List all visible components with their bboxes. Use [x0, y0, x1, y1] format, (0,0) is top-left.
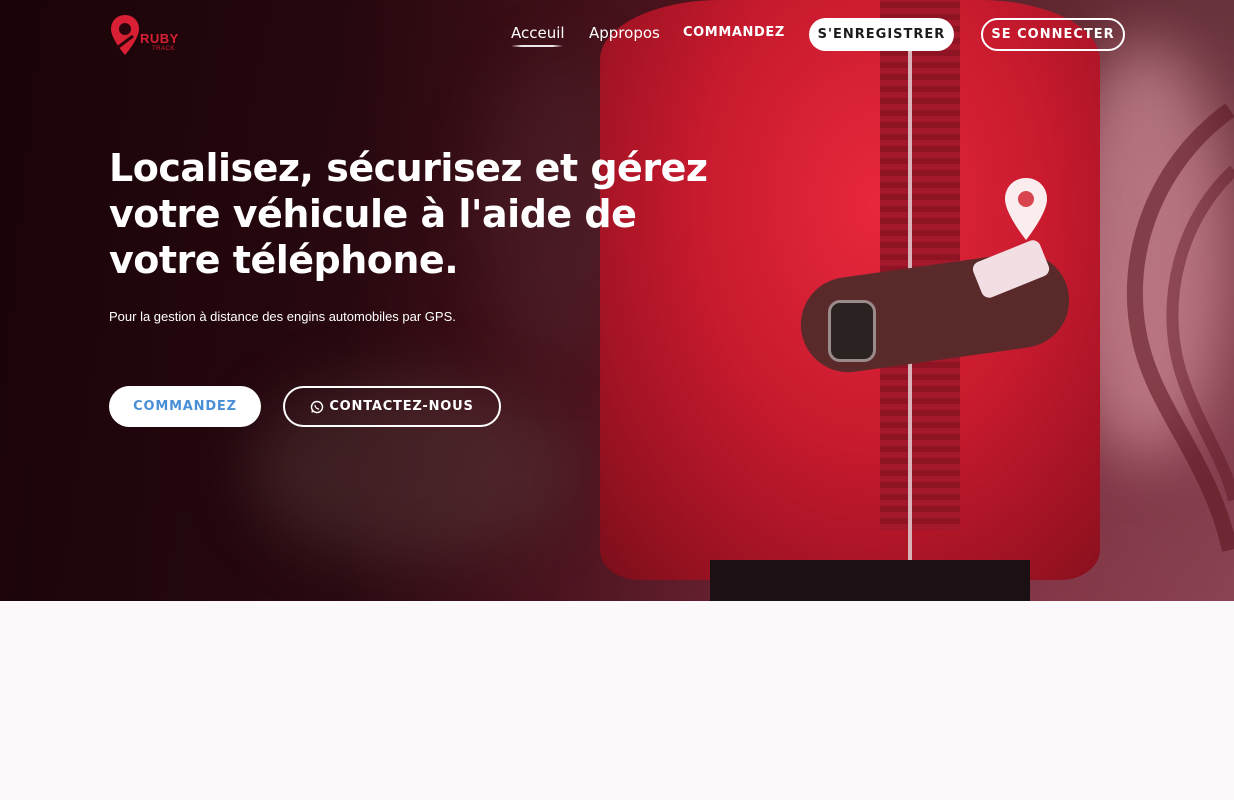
hero-section: RUBY TRACK Acceuil Appropos COMMANDEZ S'… [0, 0, 1234, 601]
hero-person-image [590, 0, 1110, 601]
pants [710, 560, 1030, 601]
contact-button-label: CONTACTEZ-NOUS [329, 399, 474, 414]
logo-text: RUBY [140, 31, 179, 46]
nav-link-commandez[interactable]: COMMANDEZ [683, 25, 785, 40]
nav-link-appropos[interactable]: Appropos [589, 24, 660, 42]
register-button[interactable]: S'ENREGISTRER [809, 18, 954, 51]
nav-link-acceuil[interactable]: Acceuil [511, 24, 565, 42]
logo-pin-icon [111, 15, 139, 55]
hero-subline: Pour la gestion à distance des engins au… [109, 309, 456, 324]
page-content-area [0, 601, 1234, 800]
order-button[interactable]: COMMANDEZ [109, 386, 261, 427]
hero-headline: Localisez, sécurisez et gérez votre véhi… [109, 146, 708, 282]
contact-button[interactable]: CONTACTEZ-NOUS [283, 386, 501, 427]
whatsapp-icon [311, 400, 324, 413]
top-navbar: RUBY TRACK Acceuil Appropos COMMANDEZ S'… [0, 0, 1234, 70]
logo-subtext: TRACK [152, 46, 175, 52]
login-button[interactable]: SE CONNECTER [981, 18, 1125, 51]
active-nav-indicator [511, 45, 563, 47]
decorative-swirl-icon [1126, 103, 1234, 552]
location-pin-icon [1005, 178, 1047, 240]
wristwatch [828, 300, 876, 362]
brand-logo[interactable]: RUBY TRACK [110, 14, 190, 58]
